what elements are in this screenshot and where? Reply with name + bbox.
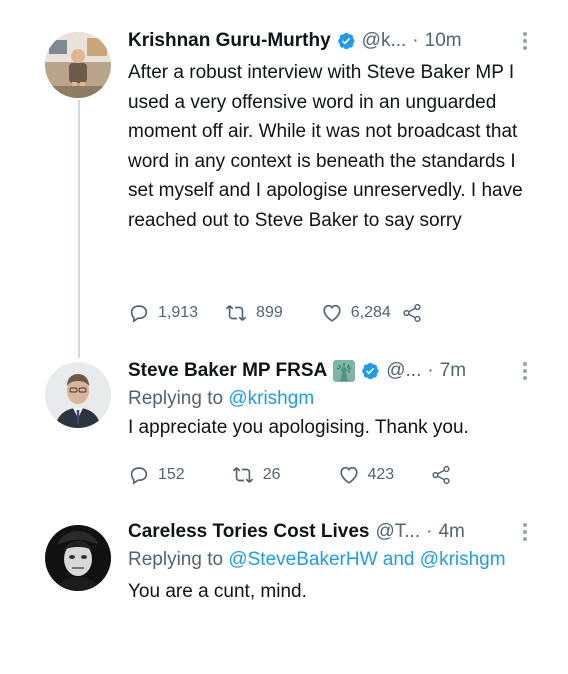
more-icon[interactable] — [522, 360, 528, 382]
thread-connector-line — [78, 100, 80, 358]
handle[interactable]: @T... — [375, 519, 420, 545]
like-button[interactable]: 6,284 — [321, 302, 391, 324]
tweet-actions: 1,913 899 6,284 — [128, 302, 423, 324]
timestamp[interactable]: 4m — [438, 519, 464, 545]
tweet-text: You are a cunt, mind. — [128, 581, 307, 602]
separator-dot: · — [426, 521, 433, 542]
verified-icon — [360, 361, 380, 381]
like-count: 423 — [367, 466, 395, 483]
timestamp[interactable]: 7m — [440, 358, 466, 384]
more-icon[interactable] — [522, 521, 528, 543]
reply-count: 152 — [158, 466, 185, 483]
handle[interactable]: @k... — [362, 28, 407, 54]
mention-link[interactable]: @SteveBakerHW — [228, 549, 377, 570]
share-button[interactable] — [401, 302, 423, 324]
retweet-count: 899 — [256, 304, 283, 321]
display-name[interactable]: Careless Tories Cost Lives — [128, 519, 369, 545]
avatar-krishnan[interactable] — [45, 32, 111, 98]
separator-dot: · — [427, 360, 434, 381]
display-name[interactable]: Krishnan Guru-Murthy — [128, 28, 331, 54]
verified-icon — [336, 31, 356, 51]
share-icon — [403, 303, 421, 323]
reply-button[interactable]: 152 — [128, 464, 185, 486]
like-count: 6,284 — [350, 304, 391, 321]
replying-to-label: Replying to — [128, 549, 224, 570]
statue-of-liberty-icon — [333, 360, 356, 382]
tweet-text: After a robust interview with Steve Bake… — [128, 62, 523, 231]
like-icon — [323, 304, 341, 322]
replying-to: Replying to @krishgm — [128, 384, 528, 413]
mention-link[interactable]: @krishgm — [420, 549, 506, 570]
avatar-careless-tories[interactable] — [45, 525, 111, 591]
and-text: and — [382, 549, 415, 570]
separator-dot: · — [412, 30, 419, 51]
share-icon — [432, 465, 450, 485]
tweet-actions: 152 26 423 — [128, 464, 452, 486]
like-icon — [339, 466, 358, 484]
tweet-text: I appreciate you apologising. Thank you. — [128, 417, 469, 438]
tweet-header: Careless Tories Cost Lives @T... · 4m — [128, 519, 528, 545]
share-button[interactable] — [430, 464, 452, 486]
retweet-icon — [225, 305, 247, 321]
avatar-steve-baker[interactable] — [45, 362, 111, 428]
reply-icon — [130, 305, 148, 323]
tweet-header: Krishnan Guru-Murthy @k... · 10m — [128, 28, 528, 54]
reply-icon — [130, 467, 148, 485]
tweet-header: Steve Baker MP FRSA @... · 7m — [128, 358, 528, 384]
timestamp[interactable]: 10m — [425, 28, 462, 54]
like-button[interactable]: 423 — [338, 464, 395, 486]
reply-button[interactable]: 1,913 — [128, 302, 198, 324]
more-icon[interactable] — [522, 30, 528, 52]
handle[interactable]: @... — [386, 358, 421, 384]
mention-link[interactable]: @krishgm — [228, 388, 314, 409]
retweet-icon — [232, 467, 253, 483]
display-name[interactable]: Steve Baker MP FRSA — [128, 358, 327, 384]
replying-to-label: Replying to — [128, 388, 224, 409]
retweet-button[interactable]: 899 — [224, 302, 283, 324]
reply-count: 1,913 — [158, 304, 199, 321]
replying-to: Replying to @SteveBakerHW and @krishgm — [128, 545, 528, 574]
retweet-button[interactable]: 26 — [231, 464, 281, 486]
retweet-count: 26 — [262, 466, 281, 483]
